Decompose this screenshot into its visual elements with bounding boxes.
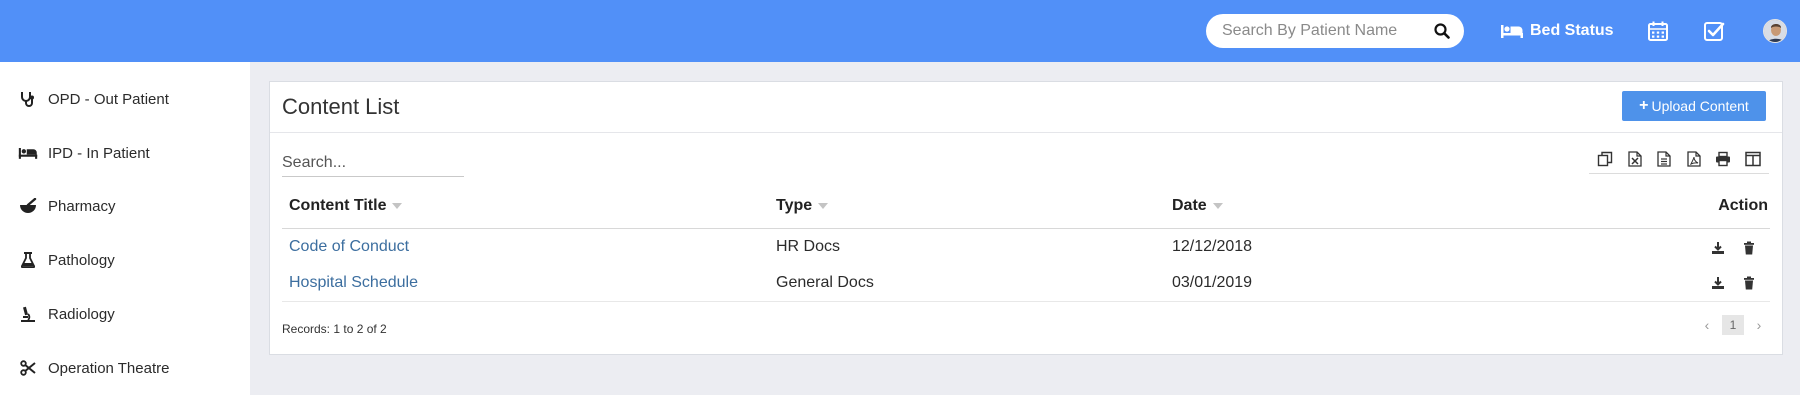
columns-icon[interactable]	[1743, 149, 1763, 169]
user-avatar[interactable]	[1763, 19, 1787, 43]
microscope-icon	[18, 304, 38, 324]
checklist-icon[interactable]	[1703, 20, 1725, 42]
table-header-divider	[282, 228, 1770, 229]
sidebar: OPD - Out Patient IPD - In Patient Pharm…	[0, 62, 250, 395]
sort-down-icon[interactable]	[1212, 203, 1223, 209]
sidebar-item-label: IPD - In Patient	[48, 144, 150, 162]
bed-status-label: Bed Status	[1530, 22, 1614, 39]
panel-divider	[270, 132, 1782, 133]
bed-status-link[interactable]: Bed Status	[1500, 19, 1614, 43]
prev-page-icon[interactable]: ‹	[1700, 317, 1714, 333]
page-number-button[interactable]: 1	[1722, 315, 1744, 335]
content-list-panel: Content List + Upload Content Content Ti…	[269, 81, 1783, 355]
scissors-icon	[18, 358, 38, 378]
sidebar-item-opd[interactable]: OPD - Out Patient	[0, 79, 250, 119]
avatar-image	[1764, 20, 1786, 42]
content-type-cell: General Docs	[776, 274, 874, 291]
sidebar-item-ipd[interactable]: IPD - In Patient	[0, 133, 250, 173]
calendar-icon[interactable]	[1647, 20, 1669, 42]
column-header-type[interactable]: Type	[776, 197, 829, 215]
patient-search-input[interactable]	[1222, 14, 1422, 48]
download-icon[interactable]	[1711, 241, 1725, 255]
pagination: ‹ 1 ›	[1700, 315, 1766, 335]
top-navbar: Bed Status	[0, 0, 1800, 62]
column-header-content-title[interactable]: Content Title	[289, 197, 403, 215]
copy-icon[interactable]	[1595, 149, 1615, 169]
patient-search-box[interactable]	[1206, 14, 1464, 48]
excel-icon[interactable]	[1625, 149, 1645, 169]
sidebar-item-pathology[interactable]: Pathology	[0, 240, 250, 280]
delete-icon[interactable]	[1742, 241, 1756, 255]
search-icon[interactable]	[1434, 23, 1450, 39]
csv-icon[interactable]	[1654, 149, 1674, 169]
column-header-label: Action	[1718, 197, 1768, 214]
bed-icon	[18, 143, 38, 163]
column-header-date[interactable]: Date	[1172, 197, 1223, 215]
pdf-icon[interactable]	[1684, 149, 1704, 169]
download-icon[interactable]	[1711, 276, 1725, 290]
page-title: Content List	[282, 94, 400, 119]
content-title-link[interactable]: Hospital Schedule	[289, 274, 418, 292]
sidebar-item-label: Operation Theatre	[48, 359, 170, 377]
content-type-cell: HR Docs	[776, 238, 841, 255]
sort-down-icon[interactable]	[818, 203, 829, 209]
sidebar-item-label: Radiology	[48, 305, 115, 323]
column-header-action: Action	[1718, 197, 1768, 215]
sidebar-item-radiology[interactable]: Radiology	[0, 294, 250, 334]
table-bottom-divider	[282, 301, 1770, 302]
bed-icon	[1501, 25, 1523, 38]
content-date-cell: 03/01/2019	[1172, 274, 1253, 291]
sort-down-icon[interactable]	[392, 203, 403, 209]
column-header-label: Type	[776, 197, 813, 214]
sidebar-item-label: Pathology	[48, 251, 115, 269]
stethoscope-icon	[18, 89, 38, 109]
mortar-pestle-icon	[18, 196, 38, 216]
export-toolbar	[1589, 144, 1769, 174]
column-header-label: Content Title	[289, 197, 387, 214]
upload-content-label: Upload Content	[1651, 98, 1749, 114]
sidebar-item-pharmacy[interactable]: Pharmacy	[0, 186, 250, 226]
content-date-cell: 12/12/2018	[1172, 238, 1253, 255]
sidebar-item-label: OPD - Out Patient	[48, 90, 169, 108]
upload-content-button[interactable]: + Upload Content	[1622, 91, 1766, 121]
content-title-link[interactable]: Code of Conduct	[289, 238, 409, 256]
records-count: Records: 1 to 2 of 2	[282, 322, 387, 336]
column-header-label: Date	[1172, 197, 1207, 214]
next-page-icon[interactable]: ›	[1752, 317, 1766, 333]
flask-icon	[18, 250, 38, 270]
sidebar-item-label: Pharmacy	[48, 197, 116, 215]
print-icon[interactable]	[1713, 149, 1733, 169]
plus-icon: +	[1639, 97, 1649, 114]
content-search-input[interactable]	[282, 149, 464, 177]
sidebar-item-operation-theatre[interactable]: Operation Theatre	[0, 348, 250, 388]
delete-icon[interactable]	[1742, 276, 1756, 290]
